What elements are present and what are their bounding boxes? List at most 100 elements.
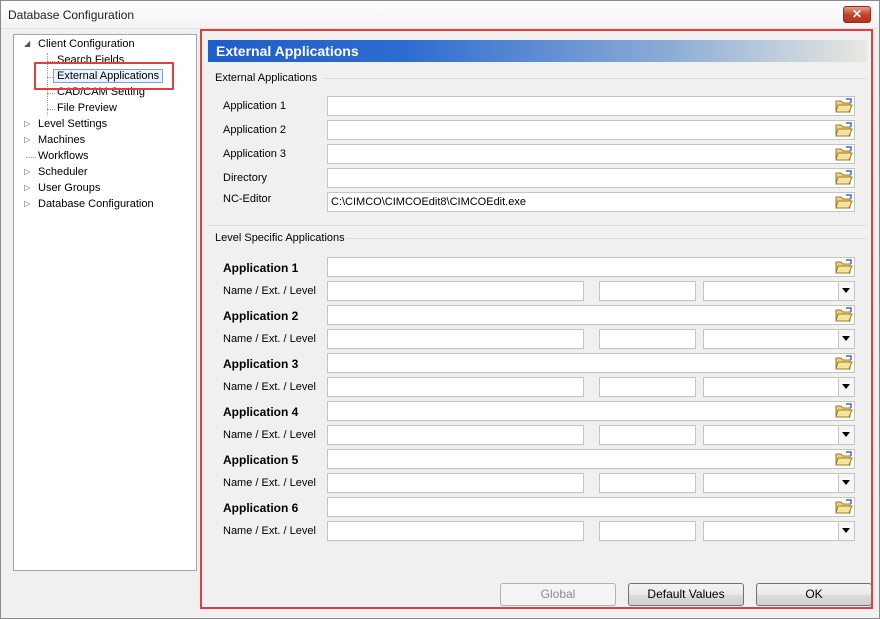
name-input[interactable] <box>327 473 584 493</box>
level-dropdown[interactable] <box>703 377 855 397</box>
field-label: Directory <box>223 172 268 184</box>
chevron-down-icon <box>842 384 850 389</box>
name-input[interactable] <box>327 329 584 349</box>
dropdown-button[interactable] <box>838 282 854 300</box>
folder-open-icon[interactable] <box>835 122 853 138</box>
folder-open-icon[interactable] <box>835 451 853 467</box>
application-label: Application 6 <box>223 501 299 515</box>
application-label: Application 2 <box>223 309 299 323</box>
group-divider <box>323 78 867 79</box>
dropdown-button[interactable] <box>838 330 854 348</box>
level-dropdown[interactable] <box>703 521 855 541</box>
application-label: Application 5 <box>223 453 299 467</box>
level-dropdown[interactable] <box>703 329 855 349</box>
chevron-down-icon <box>842 288 850 293</box>
tree-connector <box>47 93 55 94</box>
collapsed-triangle-icon[interactable]: ▷ <box>24 116 30 132</box>
name-input[interactable] <box>327 281 584 301</box>
folder-open-icon[interactable] <box>835 170 853 186</box>
chevron-down-icon <box>842 480 850 485</box>
tree-item-file-preview[interactable]: File Preview <box>57 100 117 116</box>
folder-open-icon[interactable] <box>835 98 853 114</box>
tree-item-label: User Groups <box>38 182 101 194</box>
collapsed-triangle-icon[interactable]: ▷ <box>24 196 30 212</box>
dropdown-button[interactable] <box>838 426 854 444</box>
application-label: Application 4 <box>223 405 299 419</box>
application-path-input[interactable] <box>327 449 855 469</box>
tree-item-label: Level Settings <box>38 118 108 130</box>
close-icon: ✕ <box>851 7 863 21</box>
collapsed-triangle-icon[interactable]: ▷ <box>24 180 30 196</box>
external-group-title: External Applications <box>215 72 318 84</box>
field-label: Application 3 <box>223 148 286 160</box>
application-path-input[interactable] <box>327 257 855 277</box>
folder-open-icon[interactable] <box>835 146 853 162</box>
name-ext-level-label: Name / Ext. / Level <box>223 429 316 441</box>
extension-input[interactable] <box>599 425 696 445</box>
dropdown-button[interactable] <box>838 474 854 492</box>
path-input[interactable] <box>327 144 855 164</box>
application-path-input[interactable] <box>327 305 855 325</box>
tree-connector <box>47 109 55 110</box>
name-ext-level-label: Name / Ext. / Level <box>223 525 316 537</box>
name-ext-level-label: Name / Ext. / Level <box>223 333 316 345</box>
field-label: NC-Editor <box>223 193 272 205</box>
folder-open-icon[interactable] <box>835 403 853 419</box>
expanded-triangle-icon[interactable]: ◢ <box>24 36 30 52</box>
dropdown-button[interactable] <box>838 378 854 396</box>
dialog-window: Database Configuration ✕ ◢ Client Config… <box>0 0 880 619</box>
group-divider <box>346 238 867 239</box>
title-bar: Database Configuration ✕ <box>1 1 879 29</box>
tree-connector <box>26 157 36 158</box>
level-dropdown[interactable] <box>703 281 855 301</box>
application-label: Application 1 <box>223 261 299 275</box>
chevron-down-icon <box>842 336 850 341</box>
level-dropdown[interactable] <box>703 425 855 445</box>
extension-input[interactable] <box>599 281 696 301</box>
application-path-input[interactable] <box>327 497 855 517</box>
tree-item-label: Database Configuration <box>38 198 154 210</box>
collapsed-triangle-icon[interactable]: ▷ <box>24 132 30 148</box>
application-path-input[interactable] <box>327 353 855 373</box>
extension-input[interactable] <box>599 473 696 493</box>
chevron-down-icon <box>842 432 850 437</box>
level-dropdown[interactable] <box>703 473 855 493</box>
folder-open-icon[interactable] <box>835 499 853 515</box>
selection-highlight <box>34 62 174 90</box>
default-values-button[interactable]: Default Values <box>628 583 744 606</box>
folder-open-icon[interactable] <box>835 355 853 371</box>
application-label: Application 3 <box>223 357 299 371</box>
name-ext-level-label: Name / Ext. / Level <box>223 285 316 297</box>
name-input[interactable] <box>327 425 584 445</box>
path-input[interactable] <box>327 168 855 188</box>
path-input[interactable] <box>327 120 855 140</box>
path-input[interactable] <box>327 96 855 116</box>
panel-title: External Applications <box>216 43 359 59</box>
folder-open-icon[interactable] <box>835 194 853 210</box>
chevron-down-icon <box>842 528 850 533</box>
folder-open-icon[interactable] <box>835 307 853 323</box>
field-label: Application 1 <box>223 100 286 112</box>
extension-input[interactable] <box>599 521 696 541</box>
application-path-input[interactable] <box>327 401 855 421</box>
name-ext-level-label: Name / Ext. / Level <box>223 381 316 393</box>
tree-item-label: Scheduler <box>38 166 88 178</box>
close-button[interactable]: ✕ <box>843 6 871 23</box>
name-input[interactable] <box>327 521 584 541</box>
folder-open-icon[interactable] <box>835 259 853 275</box>
name-input[interactable] <box>327 377 584 397</box>
field-label: Application 2 <box>223 124 286 136</box>
global-button[interactable]: Global <box>500 583 616 606</box>
extension-input[interactable] <box>599 329 696 349</box>
tree-item-label: File Preview <box>57 102 117 114</box>
extension-input[interactable] <box>599 377 696 397</box>
window-title: Database Configuration <box>8 8 135 22</box>
collapsed-triangle-icon[interactable]: ▷ <box>24 164 30 180</box>
settings-tree: ◢ Client Configuration Search Fields Ext… <box>13 34 197 571</box>
path-input[interactable]: C:\CIMCO\CIMCOEdit8\CIMCOEdit.exe <box>327 192 855 212</box>
dropdown-button[interactable] <box>838 522 854 540</box>
level-group-title: Level Specific Applications <box>215 232 345 244</box>
tree-item-label: Client Configuration <box>38 38 135 50</box>
ok-button[interactable]: OK <box>756 583 872 606</box>
group-divider <box>208 225 867 226</box>
